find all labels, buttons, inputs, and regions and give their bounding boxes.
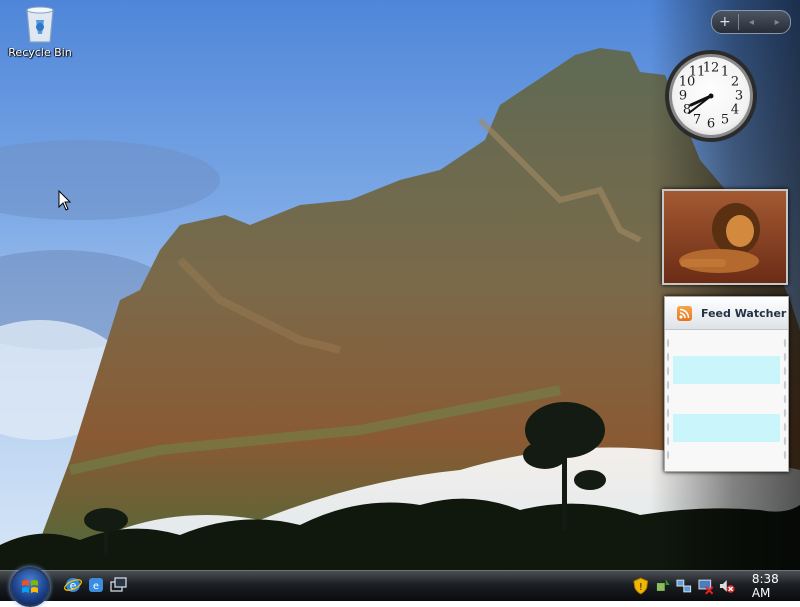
clock-numeral-2: 2: [731, 75, 739, 90]
rss-feed-icon: [677, 305, 692, 321]
taskbar: e e ! 8:38 AM: [0, 567, 800, 607]
clock-numeral-1: 1: [721, 65, 729, 80]
clock-numeral-11: 11: [689, 65, 706, 80]
sidebar-controls: + ◂ ▸: [711, 10, 791, 34]
internet-explorer-icon[interactable]: e: [87, 576, 105, 594]
feed-title: Feed Watcher: [701, 306, 787, 320]
desktop-icon-label: Recycle Bin: [8, 46, 72, 59]
mouse-cursor-icon: [58, 190, 72, 211]
next-page-button[interactable]: ▸: [764, 12, 790, 32]
feed-item[interactable]: [673, 356, 780, 384]
clock-numeral-9: 9: [679, 89, 687, 104]
clock-numeral-3: 3: [735, 89, 743, 104]
desktop[interactable]: Recycle Bin + ◂ ▸ 12 1 2 3 4 5 6 7 8 9 1…: [0, 0, 800, 570]
previous-page-button[interactable]: ◂: [739, 12, 765, 32]
feed-item[interactable]: [673, 414, 780, 442]
switch-windows-icon[interactable]: [110, 576, 128, 594]
svg-text:!: !: [639, 582, 643, 593]
desktop-icon-recycle-bin[interactable]: Recycle Bin: [6, 4, 74, 59]
feed-border-dots: [666, 336, 670, 465]
feed-watcher-gadget[interactable]: Feed Watcher: [664, 296, 789, 472]
feed-header: Feed Watcher: [665, 297, 788, 330]
clock-numeral-5: 5: [721, 113, 729, 128]
add-gadget-button[interactable]: +: [712, 12, 738, 32]
volume-muted-icon[interactable]: [718, 577, 736, 595]
svg-text:e: e: [93, 581, 99, 592]
network-disconnected-icon[interactable]: [697, 577, 715, 595]
feed-border-dots: [783, 336, 787, 465]
clock-numeral-4: 4: [731, 103, 739, 118]
windows-start-icon: [22, 580, 38, 593]
recycle-bin-icon: [23, 4, 57, 44]
clock-numeral-7: 7: [693, 113, 701, 128]
clock-numeral-6: 6: [707, 117, 715, 132]
lion-photo: [664, 191, 786, 283]
safely-remove-hardware-icon[interactable]: [654, 577, 672, 595]
start-button[interactable]: [10, 567, 50, 607]
taskbar-clock[interactable]: 8:38 AM: [752, 572, 800, 600]
slideshow-gadget[interactable]: [662, 189, 788, 285]
network-icon[interactable]: [675, 577, 693, 595]
internet-explorer-icon[interactable]: e: [64, 576, 82, 594]
security-shield-icon[interactable]: !: [632, 577, 650, 595]
feed-list: [665, 330, 788, 471]
clock-gadget[interactable]: 12 1 2 3 4 5 6 7 8 9 10 11: [664, 49, 758, 143]
system-tray: ! 8:38 AM: [632, 572, 800, 600]
